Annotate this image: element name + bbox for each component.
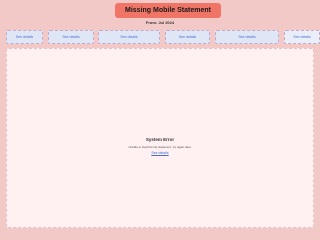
see-details-link[interactable]: See details	[7, 151, 313, 155]
card-row: See details See details See details See …	[0, 30, 320, 46]
card-see-details-1[interactable]: See details	[6, 30, 43, 44]
statement-panel: System Error Unable to load the list sta…	[6, 48, 314, 228]
error-message: Unable to load the list statement, try a…	[128, 145, 192, 149]
error-state: System Error Unable to load the list sta…	[7, 137, 313, 155]
card-see-details-2[interactable]: See details	[48, 30, 94, 44]
card-see-details-6[interactable]: See details	[284, 30, 320, 44]
error-title: System Error	[145, 137, 175, 142]
card-see-details-3[interactable]: See details	[98, 30, 160, 44]
card-see-details-4[interactable]: See details	[165, 30, 210, 44]
date-subtitle: From: Jul 2024	[145, 20, 175, 25]
page-title: Missing Mobile Statement	[115, 3, 221, 18]
card-see-details-5[interactable]: See details	[215, 30, 279, 44]
